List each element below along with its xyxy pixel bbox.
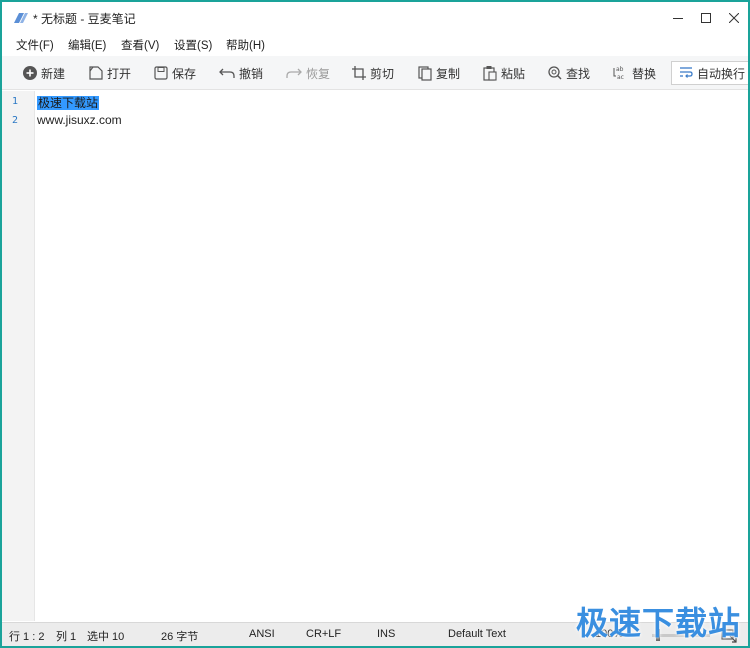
save-button[interactable]: 保存 xyxy=(153,61,196,85)
byte-count: 26 字节 xyxy=(161,631,199,643)
menu-bar: 文件(F) 编辑(E) 查看(V) 设置(S) 帮助(H) xyxy=(2,34,748,56)
title-bar[interactable]: * 无标题 - 豆麦笔记 xyxy=(2,2,748,34)
line-number-gutter: 1 2 xyxy=(2,91,35,621)
find-button[interactable]: 查找 xyxy=(547,61,590,85)
copy-icon xyxy=(418,66,432,81)
plus-circle-icon xyxy=(23,66,37,80)
new-label: 新建 xyxy=(41,66,66,81)
line-ending[interactable]: CR+LF xyxy=(306,628,341,640)
undo-icon xyxy=(219,68,235,78)
close-icon xyxy=(729,13,739,23)
copy-label: 复制 xyxy=(436,66,461,81)
replace-button[interactable]: ab ac 替换 xyxy=(611,61,656,85)
word-wrap-toggle[interactable]: 自动换行 xyxy=(671,61,748,85)
minimize-button[interactable] xyxy=(664,2,692,34)
save-icon xyxy=(154,66,168,80)
menu-settings[interactable]: 设置(S) xyxy=(174,37,212,53)
redo-icon xyxy=(286,68,302,78)
cursor-column: 列 1 xyxy=(56,631,77,643)
close-button[interactable] xyxy=(720,2,748,34)
editor-line[interactable]: 极速下载站 xyxy=(37,94,100,111)
undo-button[interactable]: 撤销 xyxy=(218,61,263,85)
cursor-row: 行 1 : 2 xyxy=(9,631,45,643)
word-wrap-icon xyxy=(680,67,693,78)
open-button[interactable]: 打开 xyxy=(88,61,131,85)
menu-help[interactable]: 帮助(H) xyxy=(226,37,265,53)
window-title: * 无标题 - 豆麦笔记 xyxy=(33,12,136,26)
menu-file[interactable]: 文件(F) xyxy=(16,37,54,53)
open-label: 打开 xyxy=(107,66,132,81)
save-label: 保存 xyxy=(172,66,197,81)
editor-line[interactable]: www.jisuxz.com xyxy=(37,113,122,127)
maximize-button[interactable] xyxy=(692,2,720,34)
paste-button[interactable]: 粘贴 xyxy=(482,61,525,85)
selected-text[interactable]: 极速下载站 xyxy=(37,96,100,110)
encoding[interactable]: ANSI xyxy=(249,628,275,640)
svg-text:ab: ab xyxy=(616,66,624,73)
minimize-icon xyxy=(673,18,683,19)
line-number: 2 xyxy=(12,115,19,126)
redo-label: 恢复 xyxy=(306,66,331,81)
syntax-mode[interactable]: Default Text xyxy=(448,628,506,640)
menu-view[interactable]: 查看(V) xyxy=(121,37,159,53)
redo-button[interactable]: 恢复 xyxy=(285,61,330,85)
replace-icon: abac xyxy=(613,66,624,81)
cut-label: 剪切 xyxy=(370,66,395,81)
copy-button[interactable]: 复制 xyxy=(417,61,460,85)
insert-mode[interactable]: INS xyxy=(377,628,395,640)
search-icon xyxy=(548,66,562,80)
crop-cut-icon xyxy=(352,66,366,80)
svg-text:ac: ac xyxy=(617,74,624,81)
maximize-icon xyxy=(701,13,711,23)
app-window: * 无标题 - 豆麦笔记 文件(F) 编辑(E) 查看(V) 设置(S) 帮助(… xyxy=(0,0,750,648)
toolbar: 新建 打开 保存 撤销 恢复 剪切 复制 粘贴 查找 ab ac 替换 自动换行 xyxy=(2,56,748,90)
undo-label: 撤销 xyxy=(239,66,264,81)
paste-label: 粘贴 xyxy=(501,66,526,81)
replace-label: 替换 xyxy=(632,66,657,81)
open-file-icon xyxy=(89,66,103,80)
find-label: 查找 xyxy=(566,66,591,81)
selection-count: 选中 10 xyxy=(87,631,125,643)
notebook-app-icon xyxy=(12,11,30,25)
cut-button[interactable]: 剪切 xyxy=(351,61,394,85)
paste-clipboard-icon xyxy=(483,66,497,81)
word-wrap-label: 自动换行 xyxy=(697,66,746,81)
menu-edit[interactable]: 编辑(E) xyxy=(68,37,106,53)
new-button[interactable]: 新建 xyxy=(22,61,65,85)
editor-area[interactable]: 1 2 极速下载站 www.jisuxz.com xyxy=(2,91,748,621)
line-number: 1 xyxy=(12,96,19,107)
site-watermark: 极速下载站 xyxy=(576,604,742,642)
